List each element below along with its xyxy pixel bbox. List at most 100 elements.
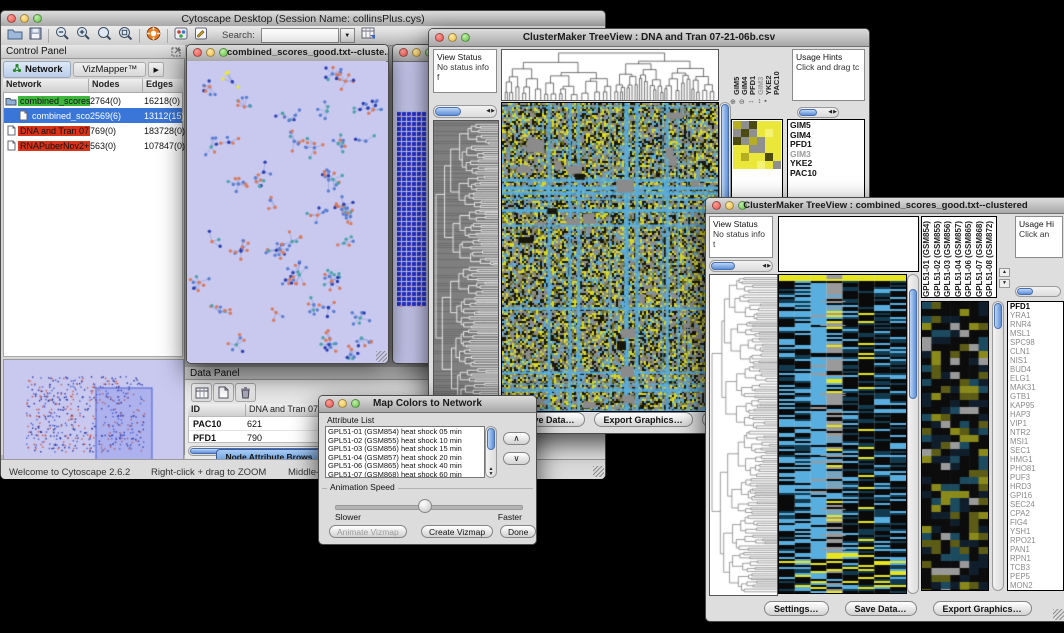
gene-label[interactable]: FIG4: [1010, 518, 1061, 527]
matrix-cell[interactable]: [773, 137, 781, 145]
mini-tool-icon[interactable]: ⊖: [739, 98, 745, 108]
scroll-down-icon[interactable]: ▼: [489, 472, 494, 477]
attribute-table-icon[interactable]: [191, 383, 212, 402]
mini-tool-icon[interactable]: ↕: [758, 98, 762, 108]
matrix-cell[interactable]: [765, 145, 773, 153]
heatmap-canvas[interactable]: [778, 274, 907, 594]
gene-label[interactable]: HMG1: [1010, 455, 1061, 464]
create-vizmap-button[interactable]: Create Vizmap: [421, 525, 493, 538]
mini-tool-icon[interactable]: ▪: [764, 98, 766, 108]
scroll-right-icon[interactable]: ▶: [491, 109, 495, 114]
open-file-icon[interactable]: [7, 27, 23, 45]
matrix-cell[interactable]: [749, 153, 757, 161]
combined-settings-button[interactable]: Settings…: [764, 601, 829, 616]
combined-genes-hscrollbar[interactable]: [1015, 286, 1061, 297]
dna-export-graphics-button[interactable]: Export Graphics…: [594, 412, 693, 427]
gene-label[interactable]: SPC98: [1010, 338, 1061, 347]
attribute-list-item[interactable]: GPL51-02 (GSM855) heat shock 10 min: [328, 437, 482, 446]
scroll-thumb[interactable]: [435, 107, 461, 116]
scroll-thumb[interactable]: [711, 262, 735, 270]
gene-label[interactable]: BUD4: [1010, 365, 1061, 374]
gene-label[interactable]: SEC24: [1010, 500, 1061, 509]
zoom-heatmap-canvas[interactable]: [921, 301, 989, 591]
gene-label[interactable]: RPN1: [1010, 554, 1061, 563]
gene-label[interactable]: GPI16: [1010, 491, 1061, 500]
scroll-right-icon[interactable]: ▶: [833, 110, 837, 115]
matrix-cell[interactable]: [773, 121, 781, 129]
col-network[interactable]: Network: [3, 79, 89, 92]
gene-name-list[interactable]: PFD1YRA1RNR4MSL1SPC98CLN1NIS1BUD4ELG1MAK…: [1007, 301, 1064, 591]
gene-label[interactable]: VIP1: [1010, 419, 1061, 428]
network-tree-row[interactable]: RNAPuberNov2+563(0)107847(0): [4, 138, 182, 153]
matrix-cell[interactable]: [749, 161, 757, 169]
column-dendrogram-area[interactable]: [778, 216, 919, 272]
help-lifebuoy-icon[interactable]: [146, 26, 161, 46]
matrix-cell[interactable]: [733, 121, 741, 129]
matrix-cell[interactable]: [749, 129, 757, 137]
dna-status-hscrollbar[interactable]: ◀▶: [433, 105, 497, 118]
attribute-browser-icon[interactable]: [361, 26, 376, 45]
scroll-right-icon[interactable]: ▶: [767, 264, 771, 269]
main-titlebar[interactable]: Cytoscape Desktop (Session Name: collins…: [1, 11, 605, 27]
attribute-list-scrollbar[interactable]: ▲ ▼: [485, 426, 497, 478]
scroll-left-icon[interactable]: ◀: [828, 110, 832, 115]
animate-vizmap-button[interactable]: Animate Vizmap: [329, 525, 407, 538]
network-titlebar[interactable]: combined_scores_good.txt--cluste...: [187, 45, 388, 62]
gene-label[interactable]: YRA1: [1010, 311, 1061, 320]
matrix-cell[interactable]: [741, 153, 749, 161]
matrix-cell[interactable]: [757, 153, 765, 161]
gene-label[interactable]: TCB3: [1010, 563, 1061, 572]
matrix-cell[interactable]: [773, 145, 781, 153]
network-view-canvas[interactable]: [187, 61, 386, 361]
gene-label[interactable]: PHO81: [1010, 464, 1061, 473]
network-tree-row[interactable]: combined_sco2569(6)13112(15): [4, 108, 182, 123]
tab-vizmapper[interactable]: VizMapper™: [73, 62, 146, 77]
gene-label[interactable]: PUF3: [1010, 473, 1061, 482]
move-up-button[interactable]: ∧: [503, 432, 530, 445]
heatmap-canvas[interactable]: [501, 102, 719, 412]
scroll-left-icon[interactable]: ◀: [486, 109, 490, 114]
search-dropdown-button[interactable]: ▼: [340, 28, 355, 43]
matrix-cell[interactable]: [733, 153, 741, 161]
zoom-vscrollbar[interactable]: [992, 301, 1004, 591]
search-input[interactable]: [261, 28, 339, 43]
attribute-list-item[interactable]: GPL51-03 (GSM856) heat shock 15 min: [328, 445, 482, 454]
close-icon[interactable]: [399, 48, 408, 57]
scroll-thumb[interactable]: [799, 109, 817, 116]
zoom-matrix[interactable]: [733, 121, 781, 169]
combined-save-data-button[interactable]: Save Data…: [845, 601, 917, 616]
matrix-cell[interactable]: [757, 137, 765, 145]
mini-tool-icon[interactable]: ⊕: [730, 98, 736, 108]
matrix-cell[interactable]: [733, 145, 741, 153]
minimize-icon[interactable]: [206, 48, 215, 57]
matrix-cell[interactable]: [765, 137, 773, 145]
matrix-cell[interactable]: [733, 137, 741, 145]
combined-titlebar[interactable]: ClusterMaker TreeView : combined_scores_…: [706, 198, 1064, 214]
scroll-thumb[interactable]: [1017, 288, 1033, 295]
matrix-cell[interactable]: [749, 145, 757, 153]
matrix-cell[interactable]: [773, 161, 781, 169]
network-tree-row[interactable]: combined_scores2764(0)16218(0): [4, 93, 182, 108]
scroll-down-icon[interactable]: ▼: [999, 279, 1010, 288]
attribute-list-item[interactable]: GPL51-06 (GSM865) heat shock 40 min: [328, 462, 482, 471]
combined-export-graphics-button[interactable]: Export Graphics…: [933, 601, 1032, 616]
matrix-cell[interactable]: [757, 145, 765, 153]
matrix-cell[interactable]: [773, 129, 781, 137]
col-edges[interactable]: Edges: [143, 79, 183, 92]
matrix-cell[interactable]: [765, 153, 773, 161]
matrix-cell[interactable]: [773, 153, 781, 161]
gene-label[interactable]: ELG1: [1010, 374, 1061, 383]
zoom-fit-icon[interactable]: [118, 26, 133, 46]
col-id[interactable]: ID: [188, 404, 246, 416]
resize-grip[interactable]: [376, 351, 387, 362]
matrix-cell[interactable]: [741, 137, 749, 145]
matrix-cell[interactable]: [741, 145, 749, 153]
gene-label[interactable]: CLN1: [1010, 347, 1061, 356]
gene-label[interactable]: PAC10: [790, 169, 862, 179]
matrix-cell[interactable]: [765, 121, 773, 129]
combined-status-hscrollbar[interactable]: ◀▶: [709, 260, 773, 272]
tab-overflow-arrow[interactable]: ▶: [148, 62, 164, 77]
row-dendrogram-canvas[interactable]: [709, 274, 778, 596]
matrix-cell[interactable]: [757, 121, 765, 129]
gene-label[interactable]: GTB1: [1010, 392, 1061, 401]
